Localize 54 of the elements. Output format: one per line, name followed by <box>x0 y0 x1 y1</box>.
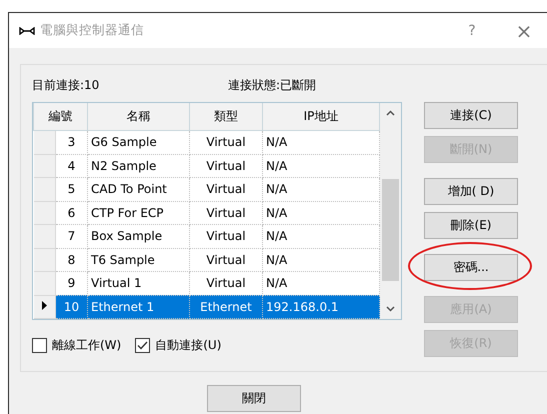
checkbox[interactable] <box>135 338 150 353</box>
table-row[interactable]: 7 Box Sample Virtual N/A <box>34 224 380 248</box>
table-cell: CAD To Point <box>88 178 190 201</box>
action-button[interactable]: 增加( D) <box>424 178 518 205</box>
table-row[interactable]: 4 N2 Sample Virtual N/A <box>34 154 380 178</box>
table-cell: CTP For ECP <box>88 201 190 224</box>
table-cell: 192.168.0.1 <box>262 295 380 318</box>
table-cell: Virtual <box>190 154 262 178</box>
action-button[interactable]: 密碼... <box>424 254 518 281</box>
table-cell: T6 Sample <box>88 248 190 272</box>
table-cell: N2 Sample <box>88 154 190 178</box>
table-cell: Virtual <box>190 248 262 272</box>
table-cell: Virtual <box>190 130 262 154</box>
column-header[interactable]: IP地址 <box>262 103 380 130</box>
close-dialog-button[interactable]: 關閉 <box>207 385 301 412</box>
table-cell: 4 <box>56 154 88 178</box>
window-title: 電腦與控制器通信 <box>40 22 145 39</box>
check-icon <box>137 341 148 350</box>
table-row[interactable]: 8 T6 Sample Virtual N/A <box>34 248 380 272</box>
table-cell: 7 <box>56 224 88 248</box>
connection-status-label: 連接狀態:已斷開 <box>228 77 316 94</box>
scroll-down-icon[interactable] <box>386 306 395 312</box>
scrollbar-thumb[interactable] <box>382 179 399 281</box>
table-cell: 10 <box>56 295 88 318</box>
action-button[interactable]: 刪除(E) <box>424 212 518 239</box>
table-cell: Virtual <box>190 201 262 224</box>
table-cell: G6 Sample <box>88 130 190 154</box>
table-cell: 6 <box>56 201 88 224</box>
connector-icon <box>19 26 35 34</box>
checkbox[interactable] <box>32 338 47 353</box>
table-cell: Box Sample <box>88 224 190 248</box>
scrollbar[interactable] <box>380 103 401 319</box>
action-button[interactable]: 連接(C) <box>424 102 518 129</box>
table-row[interactable]: 6 CTP For ECP Virtual N/A <box>34 201 380 224</box>
table-row[interactable]: 10 Ethernet 1 Ethernet 192.168.0.1 <box>34 295 380 318</box>
table-cell: Ethernet 1 <box>88 295 190 318</box>
table-cell: 5 <box>56 178 88 201</box>
checkbox-label[interactable]: 離線工作(W) <box>52 337 122 354</box>
close-button[interactable]: × <box>509 18 539 42</box>
table-cell: 8 <box>56 248 88 272</box>
table-row[interactable]: 3 G6 Sample Virtual N/A <box>34 130 380 154</box>
table-cell: Ethernet <box>190 295 262 318</box>
current-row-icon <box>42 300 47 310</box>
column-header[interactable]: 編號 <box>34 103 88 130</box>
table-cell: 3 <box>56 130 88 154</box>
column-header[interactable]: 名稱 <box>88 103 190 130</box>
column-header[interactable]: 類型 <box>190 103 262 130</box>
table-row[interactable]: 5 CAD To Point Virtual N/A <box>34 178 380 201</box>
help-button[interactable]: ? <box>457 22 487 38</box>
table-cell: Virtual <box>190 178 262 201</box>
table-cell: Virtual <box>190 224 262 248</box>
checkbox-label[interactable]: 自動連接(U) <box>155 337 222 354</box>
current-connection-label: 目前連接:10 <box>32 77 100 94</box>
scroll-up-icon[interactable] <box>386 110 395 116</box>
